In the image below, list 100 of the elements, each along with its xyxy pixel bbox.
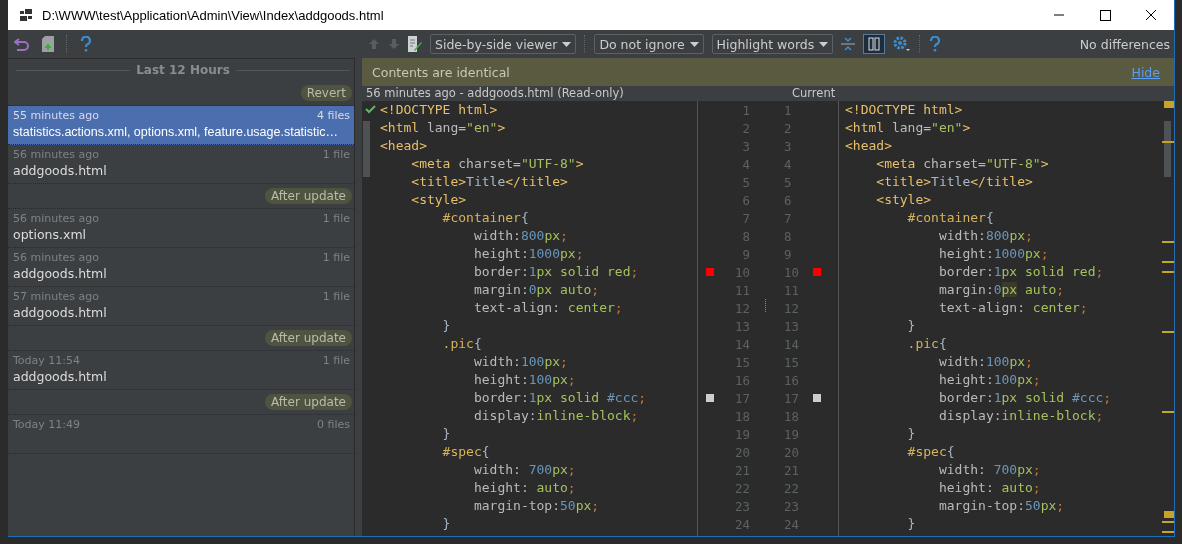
code-line: <meta charset="UTF-8"> — [410, 155, 585, 173]
line-number: 20 — [735, 444, 750, 460]
down-arrow-icon[interactable] — [388, 38, 400, 50]
collapse-icon[interactable] — [841, 37, 856, 51]
line-number: 22 — [784, 480, 799, 496]
undo-icon[interactable] — [14, 37, 30, 51]
line-number: 11 — [784, 282, 799, 298]
line-number: 12 — [784, 300, 799, 316]
line-number: 13 — [735, 318, 750, 334]
line-number: 10 — [735, 264, 750, 280]
code-line: text-align: center; — [472, 299, 624, 317]
file-count: 4 files — [317, 108, 350, 124]
code-line: <head> — [845, 137, 893, 155]
line-number: 22 — [735, 480, 750, 496]
caret-icon — [689, 41, 699, 47]
line-number: 3 — [784, 138, 792, 154]
line-number: 11 — [735, 282, 750, 298]
entry-time: Today 11:49 — [13, 417, 80, 433]
line-number: 18 — [784, 408, 799, 424]
line-number: 7 — [784, 210, 792, 226]
help-icon[interactable] — [929, 36, 942, 52]
code-line: .pic{ — [441, 335, 483, 353]
code-line: border:1px solid red; — [472, 263, 640, 281]
line-number: 3 — [742, 138, 750, 154]
code-line: } — [441, 515, 452, 533]
line-number: 4 — [742, 156, 750, 172]
history-entry[interactable]: 56 minutes ago 1 file addgoods.html — [8, 248, 354, 287]
code-line: height:1000px; — [937, 245, 1050, 263]
window-title: D:\WWW\test\Application\Admin\View\Index\addgoods.html — [42, 7, 384, 23]
code-line: border:1px solid #ccc; — [937, 389, 1113, 407]
line-number: 17 — [784, 390, 799, 406]
highlight-dropdown[interactable]: Highlight words — [711, 34, 834, 54]
caret-icon — [819, 41, 829, 47]
history-entry[interactable]: 56 minutes ago 1 file options.xml — [8, 209, 354, 248]
line-number: 4 — [784, 156, 792, 172]
line-number: 8 — [742, 228, 750, 244]
code-line: text-align: center; — [937, 299, 1089, 317]
line-number: 5 — [784, 174, 792, 190]
code-line: display:inline-block; — [472, 407, 640, 425]
label-badge: After update — [265, 188, 352, 204]
file-names: addgoods.html — [13, 163, 108, 180]
code-line: <head> — [380, 137, 428, 155]
code-line: #spec{ — [441, 443, 491, 461]
line-number: 14 — [735, 336, 750, 352]
pane-title: 56 minutes ago - addgoods.html (Read-only) — [366, 86, 625, 101]
line-number: 1 — [784, 102, 792, 118]
diff-status: No differences — [1079, 36, 1170, 52]
file-names: options.xml — [13, 227, 88, 244]
pane-title: Current — [792, 86, 836, 101]
line-number: 6 — [784, 192, 792, 208]
code-line: <html lang="en"> — [845, 119, 972, 137]
edit-icon[interactable] — [408, 36, 422, 52]
code-line: <title>Title</title> — [410, 173, 569, 191]
history-entry[interactable]: 55 minutes ago 4 files statistics.actions.xml, options.xml, feature.usage.statistic… — [8, 106, 354, 145]
file-add-icon[interactable] — [42, 36, 54, 52]
line-number: 5 — [742, 174, 750, 190]
label-badge: Revert — [300, 85, 352, 101]
file-count: 1 file — [322, 289, 350, 305]
code-line: <!DOCTYPE html> — [845, 101, 964, 119]
entry-time: 56 minutes ago — [13, 211, 99, 227]
history-entry[interactable]: 56 minutes ago 1 file addgoods.html — [8, 145, 354, 184]
code-line: height:100px; — [472, 371, 577, 389]
file-names: statistics.actions.xml, options.xml, feature.usage.statistic… — [13, 124, 339, 141]
line-number: 8 — [784, 228, 792, 244]
settings-icon[interactable] — [893, 36, 912, 52]
splitter-handle[interactable] — [763, 299, 767, 313]
line-number: 19 — [735, 426, 750, 442]
sync-scroll-toggle[interactable] — [863, 34, 886, 54]
line-number: 19 — [784, 426, 799, 442]
history-entry[interactable]: 57 minutes ago 1 file addgoods.html — [8, 287, 354, 326]
line-number: 16 — [784, 372, 799, 388]
entry-time: 57 minutes ago — [13, 289, 99, 305]
entry-time: 55 minutes ago — [13, 108, 99, 124]
code-line: <style> — [875, 191, 933, 209]
code-line: <title>Title</title> — [875, 173, 1034, 191]
group-header: Last 12 Hours — [136, 63, 230, 77]
line-number: 6 — [742, 192, 750, 208]
line-number: 18 — [735, 408, 750, 424]
line-number: 20 — [784, 444, 799, 460]
line-number: 7 — [742, 210, 750, 226]
entry-time: 56 minutes ago — [13, 147, 99, 163]
viewer-dropdown[interactable]: Side-by-side viewer — [430, 34, 577, 54]
code-line: margin:0px auto; — [937, 281, 1066, 299]
line-number: 13 — [784, 318, 799, 334]
code-line: width:800px; — [937, 227, 1034, 245]
code-line: } — [906, 425, 917, 443]
file-count: 1 file — [322, 211, 350, 227]
code-line: #container{ — [441, 209, 530, 227]
code-line: } — [906, 515, 917, 533]
line-number: 1 — [742, 102, 750, 118]
file-count: 0 files — [317, 417, 350, 433]
code-line: #spec{ — [906, 443, 956, 461]
check-icon — [365, 105, 376, 114]
up-arrow-icon[interactable] — [368, 38, 380, 50]
scrollbar-thumb[interactable] — [363, 121, 370, 177]
history-entry[interactable]: Today 11:54 1 file addgoods.html — [8, 351, 354, 390]
help-icon[interactable] — [80, 36, 92, 52]
ignore-dropdown[interactable]: Do not ignore — [594, 34, 704, 54]
code-line: width:800px; — [472, 227, 569, 245]
line-number: 2 — [784, 120, 792, 136]
